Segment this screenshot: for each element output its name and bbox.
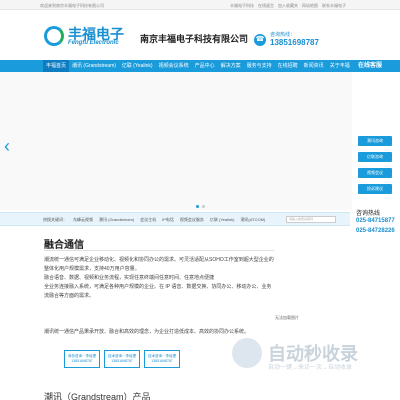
- section-title: 融合通信: [44, 240, 84, 251]
- keyword-link[interactable]: 视频会议服务: [180, 213, 204, 225]
- section-divider: [44, 250, 274, 251]
- contact-card[interactable]: 技术咨询：李经理 13851698787: [104, 350, 140, 368]
- nav-item-yealink[interactable]: 亿联 (Yealink): [119, 60, 156, 72]
- search-input[interactable]: 请输入搜索关键词: [286, 216, 336, 223]
- section-paragraph: 全业务连接融入系统，可满足各种用户规模的企业。在 IP 语音、数据交换、协同办公…: [44, 284, 272, 299]
- keyword-link[interactable]: 亿联 (Yealink): [210, 213, 235, 225]
- banner-slider[interactable]: [0, 72, 400, 210]
- slider-dot[interactable]: [202, 205, 205, 208]
- image-placeholder: 无法加载图片: [275, 315, 299, 320]
- welcome-text: 欢迎来到南京丰福电子科技有限公司: [40, 3, 104, 8]
- nav-item-about[interactable]: 关于丰福: [327, 60, 353, 72]
- yealink-consult-button[interactable]: 亿联咨询: [358, 152, 392, 162]
- online-service-title: 在线客服: [352, 60, 400, 72]
- keyword-label: 热搜关键词：: [43, 217, 67, 222]
- header: 丰福电子 Fengfu Electronic 南京丰福电子科技有限公司 ☎ 咨询…: [0, 10, 400, 60]
- nav-item-news[interactable]: 新闻资讯: [301, 60, 327, 72]
- top-link[interactable]: 在线留言: [258, 3, 274, 9]
- company-name: 南京丰福电子科技有限公司: [140, 34, 249, 44]
- top-links: 丰福电子科技 在线留言 加入收藏夹 网站地图 联系丰福电子: [230, 3, 346, 9]
- complaint-button[interactable]: 投诉建议: [358, 184, 392, 194]
- hotline-label: 咨询热线：: [270, 32, 296, 38]
- nav-item-solutions[interactable]: 解决方案: [218, 60, 244, 72]
- top-link[interactable]: 丰福电子科技: [230, 3, 254, 9]
- nav-item-jobs[interactable]: 在线招聘: [275, 60, 301, 72]
- top-link[interactable]: 加入收藏夹: [278, 3, 298, 9]
- top-link[interactable]: 网站地图: [302, 3, 318, 9]
- main-nav: 丰福首页 潮讯 (Grandstream) 亿联 (Yealink) 视频会议系…: [0, 60, 400, 72]
- keyword-link[interactable]: 会议主机: [140, 213, 156, 225]
- nav-item-products[interactable]: 产品中心: [192, 60, 218, 72]
- grandstream-consult-button[interactable]: 潮讯咨询: [358, 136, 392, 146]
- slider-dot[interactable]: [196, 205, 199, 208]
- nav-item-grandstream[interactable]: 潮讯 (Grandstream): [69, 60, 119, 72]
- contact-phone: 13851698787: [71, 359, 93, 363]
- contact-name: 李经理: [85, 354, 97, 358]
- keyword-link[interactable]: 东峰云视频: [73, 213, 93, 225]
- watermark-subtitle: 自动一键→来访一次→自动收录: [268, 365, 353, 371]
- section-paragraph: 融合语音、数据、视频和业务流程，实现任意终端间任意时间、任意地点便捷: [44, 275, 215, 281]
- chevron-left-icon[interactable]: ‹: [4, 136, 10, 157]
- keyword-link[interactable]: IP电话: [162, 213, 174, 225]
- video-consult-button[interactable]: 视频会议: [358, 168, 392, 178]
- contact-phone: 13851698787: [151, 359, 173, 363]
- contact-role: 技术咨询：: [148, 354, 166, 358]
- phone-icon: ☎: [254, 34, 266, 46]
- side-hotline-title: 咨询热线: [356, 211, 381, 217]
- nav-item-support[interactable]: 服务与支持: [244, 60, 275, 72]
- contact-card[interactable]: 技术咨询：李经理 13851698787: [144, 350, 180, 368]
- side-phone-number: 025-84715877: [356, 218, 395, 224]
- section-paragraph: 潮讯统一通信产品秉承开放、融合和高效的理念，为企业打造低成本、高效的协同办公系统…: [44, 329, 250, 335]
- contact-role: 商务咨询：: [68, 354, 86, 358]
- contact-phone: 13851698787: [111, 359, 133, 363]
- hotline-number: 13851698787: [270, 38, 319, 47]
- logo-icon[interactable]: [44, 26, 64, 46]
- top-bar: 欢迎来到南京丰福电子科技有限公司 丰福电子科技 在线留言 加入收藏夹 网站地图 …: [0, 0, 400, 10]
- contact-role: 技术咨询：: [108, 354, 126, 358]
- side-phone-number: 025-84728226: [356, 228, 395, 234]
- contact-name: 李经理: [125, 354, 137, 358]
- slider-dots: [196, 205, 205, 208]
- nav-item-home[interactable]: 丰福首页: [43, 60, 70, 72]
- top-link[interactable]: 联系丰福电子: [322, 3, 346, 9]
- keyword-link[interactable]: 潮讯 (Grandstream): [99, 213, 134, 225]
- nav-item-video-conference[interactable]: 视频会议系统: [156, 60, 192, 72]
- contact-name: 李经理: [165, 354, 177, 358]
- logo-subtitle: Fengfu Electronic: [68, 40, 119, 46]
- section-paragraph: 潮流统一通信可满足企业移动化、视频化和协同办公的需求。可灵活适配从SOHO工作室…: [44, 257, 274, 272]
- keyword-link[interactable]: 潮讯(ATCOM): [240, 213, 265, 225]
- product-section-title: 潮讯（Grandstream）产品: [44, 392, 151, 400]
- watermark-logo-icon: [232, 338, 262, 368]
- online-service-panel: 在线客服 潮讯咨询 亿联咨询 视频会议 投诉建议 咨询热线 025-847158…: [352, 60, 400, 244]
- contact-card[interactable]: 商务咨询：李经理 13851698787: [64, 350, 100, 368]
